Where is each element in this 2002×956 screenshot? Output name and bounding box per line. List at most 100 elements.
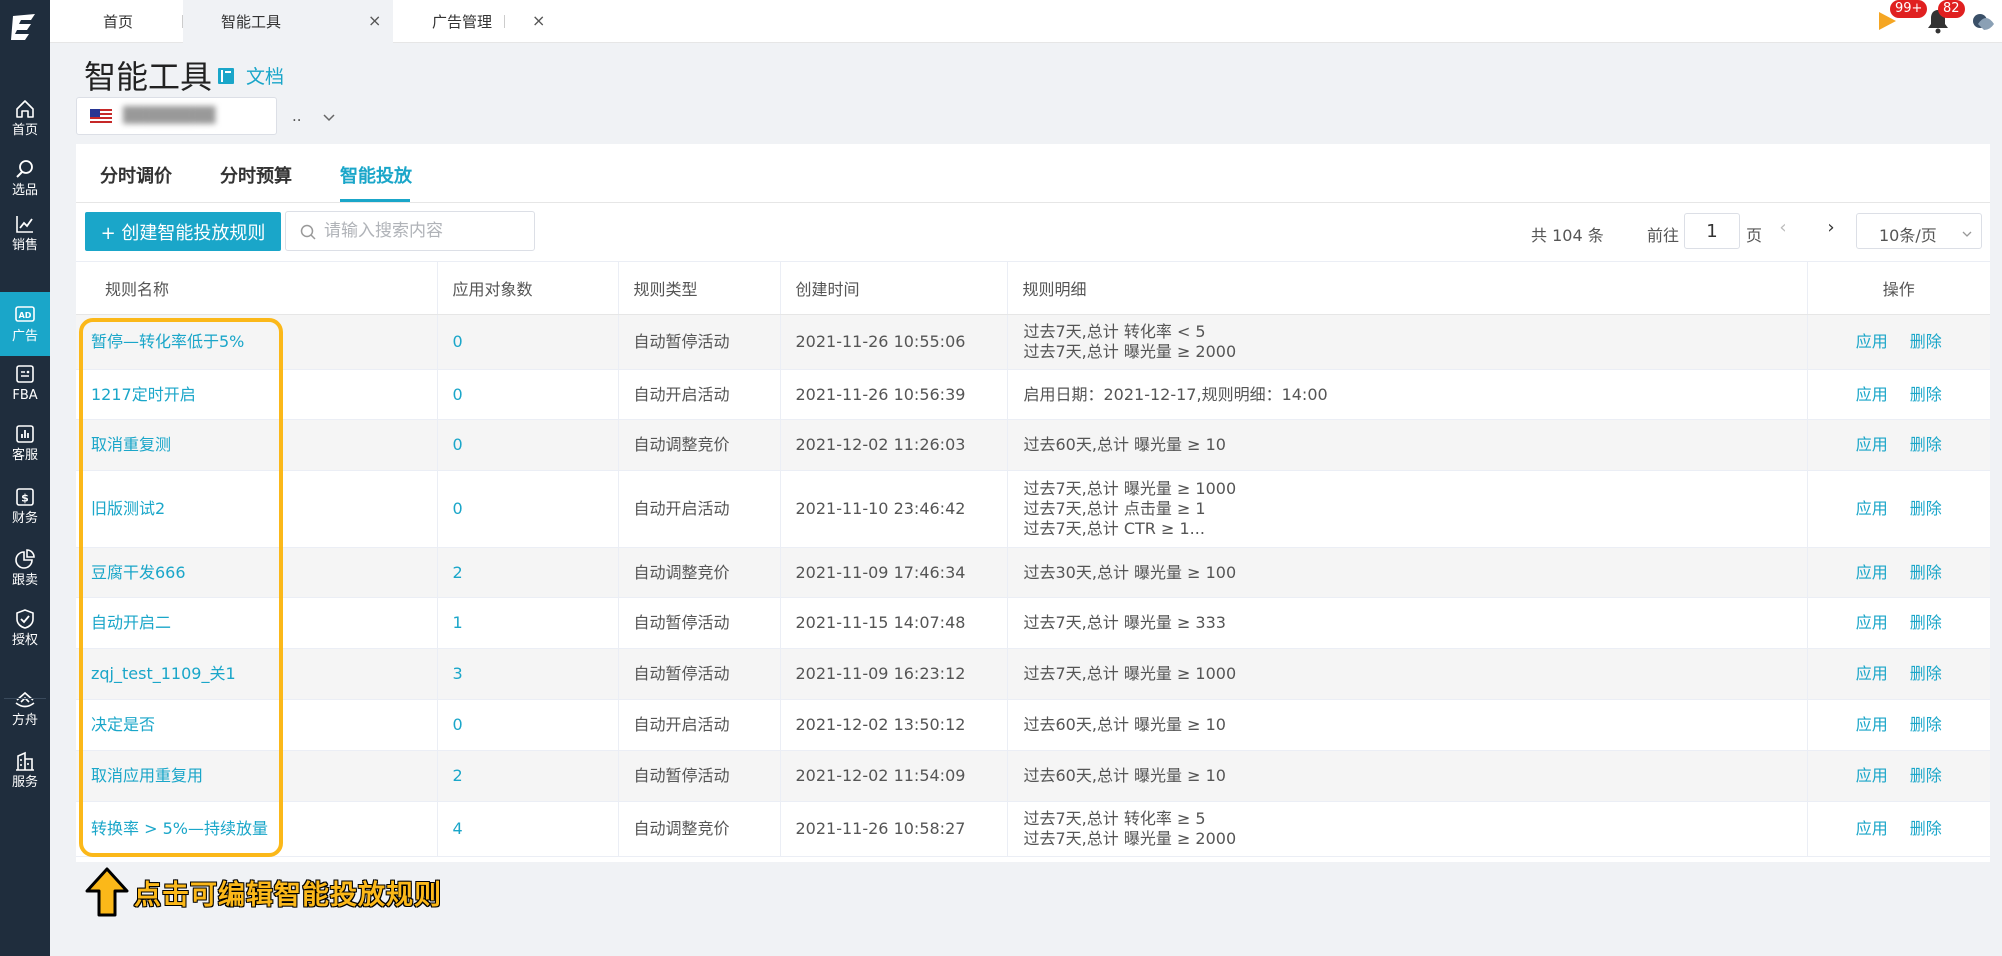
rule-type: 自动开启活动 xyxy=(618,699,781,751)
rule-name-link[interactable]: 1217定时开启 xyxy=(76,369,438,420)
sidebar-item-label: 选品 xyxy=(11,182,38,198)
sidebar-item-10[interactable]: 服务 xyxy=(0,740,50,800)
apply-button[interactable]: 应用 xyxy=(1856,563,1888,582)
actions-cell: 应用 删除 xyxy=(1807,314,1990,370)
search-input[interactable] xyxy=(324,218,524,244)
prev-page-button[interactable]: ‹ xyxy=(1770,217,1796,245)
apply-button[interactable]: 应用 xyxy=(1856,332,1888,351)
rule-name-link[interactable]: 决定是否 xyxy=(76,699,438,751)
apply-button[interactable]: 应用 xyxy=(1856,766,1888,785)
sidebar-item-3[interactable]: AD 广告 xyxy=(0,292,50,356)
delete-button[interactable]: 删除 xyxy=(1910,664,1942,683)
goto-label: 前往 xyxy=(1647,226,1680,245)
page-number-input[interactable] xyxy=(1684,213,1740,249)
table-row: 取消应用重复用 2 自动暂停活动 2021-12-02 11:54:09 过去60天,总… xyxy=(76,750,1990,802)
rule-detail-line: 过去7天,总计 曝光量 ≥ 2000 xyxy=(1023,829,1237,848)
apply-button[interactable]: 应用 xyxy=(1856,385,1888,404)
close-icon[interactable]: × xyxy=(368,11,381,30)
rule-name-link[interactable]: 暂停—转化率低于5% xyxy=(76,314,438,370)
brand-logo-icon[interactable] xyxy=(9,10,41,42)
sidebar-item-0[interactable]: 首页 xyxy=(0,88,50,148)
header-rule-name: 规则名称 xyxy=(76,261,438,315)
table-row: zqj_test_1109_关1 3 自动暂停活动 2021-11-09 16:23:… xyxy=(76,648,1990,700)
target-count-link[interactable]: 2 xyxy=(437,750,619,802)
delete-button[interactable]: 删除 xyxy=(1910,613,1942,632)
sidebar-item-1[interactable]: 选品 xyxy=(0,148,50,208)
sidebar-item-6[interactable]: $ 财务 xyxy=(0,476,50,536)
rule-name-link[interactable]: 旧版测试2 xyxy=(76,470,438,548)
created-time: 2021-11-26 10:55:06 xyxy=(780,314,1008,370)
target-count-link[interactable]: 1 xyxy=(437,597,619,649)
rule-type: 自动调整竞价 xyxy=(618,419,781,471)
create-rule-button[interactable]: + 创建智能投放规则 xyxy=(85,212,281,251)
target-count-link[interactable]: 2 xyxy=(437,547,619,598)
rule-name-link[interactable]: zqj_test_1109_关1 xyxy=(76,648,438,700)
top-tab-smart-tools[interactable]: 智能工具 × xyxy=(183,0,393,43)
delete-button[interactable]: 删除 xyxy=(1910,819,1942,838)
target-count-link[interactable]: 0 xyxy=(437,699,619,751)
rule-details: 过去30天,总计 曝光量 ≥ 100 xyxy=(1007,547,1808,598)
tab-time-bidding[interactable]: 分时调价 xyxy=(100,162,172,188)
apply-button[interactable]: 应用 xyxy=(1856,435,1888,454)
delete-button[interactable]: 删除 xyxy=(1910,715,1942,734)
target-count-link[interactable]: 4 xyxy=(437,801,619,857)
tab-time-budget[interactable]: 分时预算 xyxy=(220,162,292,188)
target-count-link[interactable]: 3 xyxy=(437,648,619,700)
target-count-link[interactable]: 0 xyxy=(437,369,619,420)
rule-name-link[interactable]: 取消重复测 xyxy=(76,419,438,471)
sidebar-item-9[interactable]: 方舟 xyxy=(0,678,50,738)
apply-button[interactable]: 应用 xyxy=(1856,819,1888,838)
rule-detail-line: 过去7天,总计 曝光量 ≥ 2000 xyxy=(1023,342,1237,361)
account-select[interactable]: ████████ .. xyxy=(76,97,335,135)
rule-name-link[interactable]: 取消应用重复用 xyxy=(76,750,438,802)
chevron-down-icon xyxy=(323,114,335,122)
delete-button[interactable]: 删除 xyxy=(1910,563,1942,582)
account-name-blurred: ████████ xyxy=(123,106,216,124)
top-tab-ad-management[interactable]: 广告管理 × xyxy=(393,0,555,43)
apply-button[interactable]: 应用 xyxy=(1856,664,1888,683)
created-time: 2021-11-26 10:58:27 xyxy=(780,801,1008,857)
close-icon[interactable]: × xyxy=(532,11,545,30)
top-tab-bar: 首页 智能工具 × 广告管理 × 99+ 82 xyxy=(50,0,2002,43)
rule-detail-line: 过去7天,总计 CTR ≥ 1... xyxy=(1023,519,1205,538)
sidebar-item-2[interactable]: 销售 xyxy=(0,203,50,263)
rule-name-link[interactable]: 自动开启二 xyxy=(76,597,438,649)
tab-smart-delivery[interactable]: 智能投放 xyxy=(340,162,412,188)
apply-button[interactable]: 应用 xyxy=(1856,613,1888,632)
delete-button[interactable]: 删除 xyxy=(1910,435,1942,454)
rule-details: 过去60天,总计 曝光量 ≥ 10 xyxy=(1007,699,1808,751)
sidebar-item-label: 服务 xyxy=(11,774,38,790)
table-row: 1217定时开启 0 自动开启活动 2021-11-26 10:56:39 启用日期：2… xyxy=(76,369,1990,420)
rule-detail-line: 过去7天,总计 转化率 < 5 xyxy=(1023,322,1206,341)
rule-details: 过去7天,总计 曝光量 ≥ 1000 xyxy=(1007,648,1808,700)
target-count-link[interactable]: 0 xyxy=(437,314,619,370)
target-count-link[interactable]: 0 xyxy=(437,419,619,471)
sidebar-item-5[interactable]: 客服 xyxy=(0,413,50,473)
top-tab-label: 广告管理 xyxy=(432,13,493,31)
top-tab-home[interactable]: 首页 xyxy=(50,0,182,43)
sidebar-item-label: 授权 xyxy=(11,632,38,648)
doc-link[interactable]: 文档 xyxy=(216,62,284,89)
sidebar-item-8[interactable]: 授权 xyxy=(0,598,50,658)
dollar-icon: $ xyxy=(16,487,34,506)
next-page-button[interactable]: › xyxy=(1818,217,1844,245)
target-count-link[interactable]: 0 xyxy=(437,470,619,548)
apply-button[interactable]: 应用 xyxy=(1856,715,1888,734)
rule-details: 过去60天,总计 曝光量 ≥ 10 xyxy=(1007,419,1808,471)
rule-detail-line: 过去60天,总计 曝光量 ≥ 10 xyxy=(1023,715,1226,734)
sidebar-item-label: 方舟 xyxy=(11,712,38,728)
delete-button[interactable]: 删除 xyxy=(1910,332,1942,351)
rule-name-link[interactable]: 转换率 > 5%—持续放量 xyxy=(76,801,438,857)
tab-separator xyxy=(504,15,505,28)
svg-text:AD: AD xyxy=(19,311,32,320)
rule-name-link[interactable]: 豆腐干发666 xyxy=(76,547,438,598)
sidebar-item-4[interactable]: FBA xyxy=(0,353,50,413)
sidebar-item-7[interactable]: 跟卖 xyxy=(0,538,50,598)
apply-button[interactable]: 应用 xyxy=(1856,499,1888,518)
page-size-select[interactable]: 10条/页 xyxy=(1856,213,1982,249)
delete-button[interactable]: 删除 xyxy=(1910,766,1942,785)
rule-type: 自动暂停活动 xyxy=(618,648,781,700)
delete-button[interactable]: 删除 xyxy=(1910,385,1942,404)
avatar[interactable] xyxy=(1972,10,1996,32)
delete-button[interactable]: 删除 xyxy=(1910,499,1942,518)
